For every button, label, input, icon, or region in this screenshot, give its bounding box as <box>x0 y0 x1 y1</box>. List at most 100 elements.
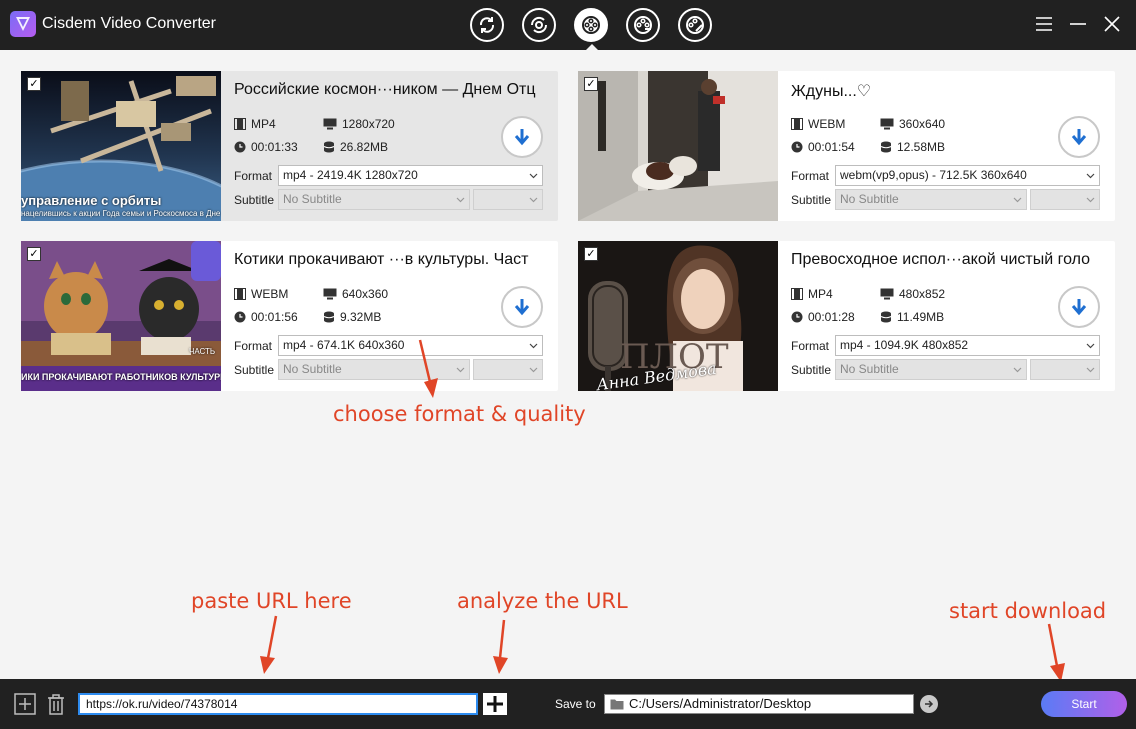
size-meta: 12.58MB <box>880 140 945 154</box>
chevron-down-icon <box>1086 197 1095 203</box>
video-card[interactable]: ✓ ПЛОТ Анна Ведмова Превосходное испол··… <box>578 241 1115 391</box>
video-card[interactable]: ✓ Ждуны...♡ WEBM 360x640 00:01:54 12.58M… <box>578 71 1115 221</box>
film-icon <box>234 288 246 300</box>
database-icon <box>880 141 892 153</box>
monitor-icon <box>323 118 337 130</box>
subtitle-option-select[interactable] <box>473 189 543 210</box>
download-button[interactable] <box>1058 116 1100 158</box>
size-value: 26.82MB <box>340 140 389 154</box>
select-checkbox[interactable]: ✓ <box>27 77 41 91</box>
close-icon[interactable] <box>1102 14 1122 34</box>
subtitle-option-select[interactable] <box>1030 359 1100 380</box>
url-input[interactable] <box>78 693 478 715</box>
open-folder-button[interactable] <box>920 695 938 713</box>
format-select[interactable]: webm(vp9,opus) - 712.5K 360x640 <box>835 165 1100 186</box>
video-thumbnail[interactable]: ✓ управление с орбиты нацелившись к акци… <box>21 71 221 221</box>
thumbnail-caption: ИКИ ПРОКАЧИВАЮТ РАБОТНИКОВ КУЛЬТУРЫ <box>21 372 221 382</box>
bottom-bar: Save to C:/Users/Administrator/Desktop S… <box>0 679 1136 729</box>
download-button[interactable] <box>1058 286 1100 328</box>
thumbnail-subcaption: нацелившись к акции Года семьи и Роскосм… <box>21 209 221 218</box>
size-meta: 9.32MB <box>323 310 381 324</box>
menu-icon[interactable] <box>1034 14 1054 34</box>
size-value: 9.32MB <box>340 310 382 324</box>
size-value: 12.58MB <box>897 140 946 154</box>
chevron-down-icon <box>529 173 538 179</box>
container-value: MP4 <box>808 287 833 301</box>
convert-mode-button[interactable] <box>470 8 504 42</box>
duration-value: 00:01:54 <box>808 140 855 154</box>
select-checkbox[interactable]: ✓ <box>27 247 41 261</box>
edit-mode-button[interactable] <box>678 8 712 42</box>
download-button[interactable] <box>501 286 543 328</box>
resolution-value: 480x852 <box>899 287 946 301</box>
active-mode-pointer <box>586 44 598 50</box>
database-icon <box>323 141 335 153</box>
start-button[interactable]: Start <box>1041 691 1127 717</box>
download-arrow-icon <box>1071 299 1087 316</box>
subtitle-select[interactable]: No Subtitle <box>835 189 1027 210</box>
subtitle-select-value: No Subtitle <box>840 192 899 206</box>
app-logo-icon <box>10 11 36 37</box>
video-title: Превосходное испол···акой чистый голо <box>791 251 1091 268</box>
chevron-down-icon <box>1086 367 1095 373</box>
annotation-analyze-url: analyze the URL <box>457 589 628 613</box>
chevron-down-icon <box>1086 343 1095 349</box>
rip-mode-button[interactable] <box>522 8 556 42</box>
monitor-icon <box>880 288 894 300</box>
annotation-arrow <box>260 615 278 674</box>
container-meta: WEBM <box>234 287 288 301</box>
chevron-down-icon <box>1086 173 1095 179</box>
annotation-start-download: start download <box>949 599 1107 623</box>
annotation-choose-format: choose format & quality <box>333 402 586 426</box>
download-icon <box>582 16 600 34</box>
format-label: Format <box>791 169 830 183</box>
download-button[interactable] <box>501 116 543 158</box>
video-card[interactable]: ✓ управление с орбиты нацелившись к акци… <box>21 71 558 221</box>
container-value: WEBM <box>808 117 846 131</box>
subtitle-select[interactable]: No Subtitle <box>278 189 470 210</box>
container-meta: MP4 <box>234 117 276 131</box>
download-arrow-icon <box>514 129 530 146</box>
format-select[interactable]: mp4 - 1094.9K 480x852 <box>835 335 1100 356</box>
video-thumbnail[interactable]: ✓ ЧАСТЬ ИКИ ПРОКАЧИВАЮТ РАБОТНИКОВ КУЛЬТ… <box>21 241 221 391</box>
format-select[interactable]: mp4 - 674.1K 640x360 <box>278 335 543 356</box>
subtitle-option-select[interactable] <box>473 359 543 380</box>
resolution-value: 360x640 <box>899 117 946 131</box>
burn-mode-button[interactable] <box>626 8 660 42</box>
save-to-label: Save to <box>555 697 596 711</box>
analyze-button[interactable] <box>483 693 507 715</box>
trash-icon[interactable] <box>44 692 68 716</box>
save-path-field[interactable]: C:/Users/Administrator/Desktop <box>604 694 914 714</box>
select-checkbox[interactable]: ✓ <box>584 77 598 91</box>
annotation-paste-url: paste URL here <box>191 589 352 613</box>
download-mode-button[interactable] <box>574 8 608 42</box>
duration-value: 00:01:56 <box>251 310 298 324</box>
minimize-icon[interactable] <box>1068 14 1088 34</box>
app-title: Cisdem Video Converter <box>42 15 217 32</box>
video-card[interactable]: ✓ ЧАСТЬ ИКИ ПРОКАЧИВАЮТ РАБОТНИКОВ КУЛЬТ… <box>21 241 558 391</box>
resolution-meta: 480x852 <box>880 287 945 301</box>
chevron-down-icon <box>1013 367 1022 373</box>
monitor-icon <box>880 118 894 130</box>
clock-icon <box>791 141 803 153</box>
subtitle-select[interactable]: No Subtitle <box>835 359 1027 380</box>
thumbnail-subcaption: ЧАСТЬ <box>189 347 216 356</box>
resolution-value: 1280x720 <box>342 117 395 131</box>
subtitle-select-value: No Subtitle <box>283 192 342 206</box>
format-select-value: mp4 - 2419.4K 1280x720 <box>283 168 418 182</box>
video-thumbnail[interactable]: ✓ <box>578 71 778 221</box>
format-select[interactable]: mp4 - 2419.4K 1280x720 <box>278 165 543 186</box>
subtitle-option-select[interactable] <box>1030 189 1100 210</box>
chevron-down-icon <box>1013 197 1022 203</box>
database-icon <box>880 311 892 323</box>
edit-icon <box>686 16 704 34</box>
select-checkbox[interactable]: ✓ <box>584 247 598 261</box>
resolution-value: 640x360 <box>342 287 389 301</box>
resolution-meta: 1280x720 <box>323 117 395 131</box>
annotation-arrow <box>418 339 438 398</box>
clock-icon <box>791 311 803 323</box>
duration-value: 00:01:33 <box>251 140 298 154</box>
video-thumbnail[interactable]: ✓ ПЛОТ Анна Ведмова <box>578 241 778 391</box>
monitor-icon <box>323 288 337 300</box>
add-file-icon[interactable] <box>13 692 37 716</box>
